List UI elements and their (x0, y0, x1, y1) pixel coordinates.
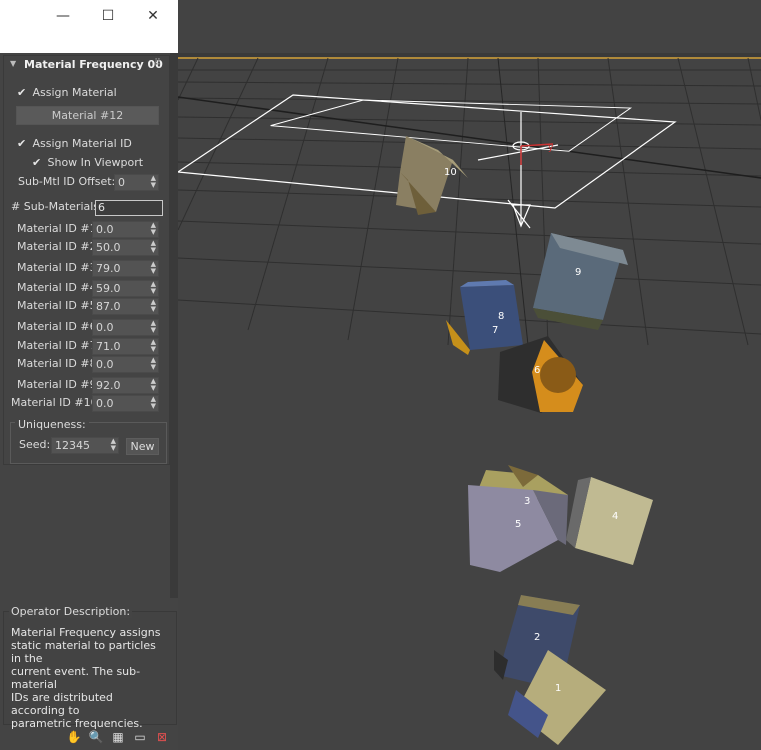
sub-mtl-offset-value: 0 (118, 176, 125, 189)
material-frequency-rollout: ▼ Material Frequency 00 ⠿ ✔ Assign Mater… (3, 55, 170, 465)
spinner-arrows-icon[interactable]: ▲ ▼ (151, 357, 156, 371)
rollout-title: Material Frequency 00 (24, 58, 163, 71)
new-seed-button[interactable]: New (126, 438, 159, 455)
material-id-8-label: Material ID #8: (17, 357, 101, 370)
spinner-arrows-icon[interactable]: ▲ ▼ (111, 438, 116, 452)
assign-material-id-checkbox[interactable]: ✔ Assign Material ID (17, 137, 132, 150)
material-id-2-value: 50.0 (96, 241, 121, 254)
maximize-button[interactable]: ☐ (97, 6, 119, 26)
spinner-arrows-icon[interactable]: ▲ ▼ (151, 240, 156, 254)
material-id-10-label: Material ID #10: (11, 396, 102, 409)
rollout-header[interactable]: ▼ Material Frequency 00 ⠿ (4, 56, 169, 74)
particle-label-3: 3 (524, 496, 530, 507)
checkmark-icon: ✔ (17, 137, 27, 150)
material-id-6-spinner[interactable]: 0.0 ▲ ▼ (92, 319, 159, 336)
spinner-arrows-icon[interactable]: ▲ ▼ (151, 396, 156, 410)
material-id-8-value: 0.0 (96, 358, 114, 371)
sub-mtl-offset-spinner[interactable]: 0 ▲ ▼ (114, 174, 159, 191)
material-id-1-label: Material ID #1: (17, 222, 101, 235)
operator-description-heading: Operator Description: (9, 605, 133, 618)
material-id-6-label: Material ID #6: (17, 320, 101, 333)
assign-material-checkbox[interactable]: ✔ Assign Material (17, 86, 117, 99)
material-id-8-spinner[interactable]: 0.0 ▲ ▼ (92, 356, 159, 373)
assign-material-label: Assign Material (32, 86, 117, 99)
material-id-2-label: Material ID #2: (17, 240, 101, 253)
material-id-5-label: Material ID #5: (17, 299, 101, 312)
material-id-7-label: Material ID #7: (17, 339, 101, 352)
material-id-4-spinner[interactable]: 59.0 ▲ ▼ (92, 280, 159, 297)
particle-label-10: 10 (444, 167, 457, 178)
magnify-icon[interactable]: 🔍 (88, 729, 104, 745)
material-id-6-value: 0.0 (96, 321, 114, 334)
spinner-arrows-icon[interactable]: ▲ ▼ (151, 222, 156, 236)
viewport-scene: y 10 9 8 7 6 3 5 4 2 1 (178, 53, 761, 745)
panel-scrollbar[interactable] (170, 53, 178, 598)
assign-material-id-label: Assign Material ID (32, 137, 132, 150)
seed-value: 12345 (55, 439, 90, 452)
drag-grip-icon[interactable]: ⠿ (154, 58, 161, 68)
collapse-triangle-icon[interactable]: ▼ (10, 59, 16, 68)
checkmark-icon: ✔ (17, 86, 27, 99)
material-id-10-spinner[interactable]: 0.0 ▲ ▼ (92, 395, 159, 412)
material-id-5-value: 87.0 (96, 300, 121, 313)
seed-label: Seed: (19, 438, 51, 451)
material-id-7-spinner[interactable]: 71.0 ▲ ▼ (92, 338, 159, 355)
material-id-10-value: 0.0 (96, 397, 114, 410)
spinner-arrows-icon[interactable]: ▲ ▼ (151, 378, 156, 392)
spinner-arrows-icon[interactable]: ▲ ▼ (151, 320, 156, 334)
hand-icon[interactable]: ✋ (66, 729, 82, 745)
show-in-viewport-label: Show In Viewport (47, 156, 144, 169)
material-id-3-value: 79.0 (96, 262, 121, 275)
no-select-icon[interactable]: ⊠ (154, 729, 170, 745)
material-id-9-label: Material ID #9: (17, 378, 101, 391)
material-id-5-spinner[interactable]: 87.0 ▲ ▼ (92, 298, 159, 315)
spinner-arrows-icon[interactable]: ▲ ▼ (151, 299, 156, 313)
sub-materials-input[interactable]: 6 (95, 200, 163, 216)
particle-cube-9 (533, 233, 628, 330)
particle-label-8: 8 (498, 311, 504, 322)
region-zoom-icon[interactable]: ▦ (110, 729, 126, 745)
particle-cube-4 (566, 477, 653, 565)
window-title-bar: — ☐ ✕ (0, 0, 178, 53)
particle-cube-10 (396, 136, 468, 215)
operator-description-text: Material Frequency assigns static materi… (11, 626, 161, 730)
spinner-arrows-icon[interactable]: ▲ ▼ (151, 339, 156, 353)
spinner-arrows-icon[interactable]: ▲ ▼ (151, 281, 156, 295)
material-id-1-value: 0.0 (96, 223, 114, 236)
minimize-button[interactable]: — (52, 6, 74, 26)
material-id-9-spinner[interactable]: 92.0 ▲ ▼ (92, 377, 159, 394)
gizmo-axis-y-label: y (548, 143, 554, 153)
material-id-9-value: 92.0 (96, 379, 121, 392)
material-id-1-spinner[interactable]: 0.0 ▲ ▼ (92, 221, 159, 238)
particle-label-5: 5 (515, 519, 521, 530)
checkmark-icon: ✔ (32, 156, 42, 169)
material-id-7-value: 71.0 (96, 340, 121, 353)
sub-mtl-offset-label: Sub-Mtl ID Offset: (18, 175, 116, 188)
particle-label-2: 2 (534, 632, 540, 643)
window-icon[interactable]: ▭ (132, 729, 148, 745)
spinner-arrows-icon[interactable]: ▲ ▼ (151, 261, 156, 275)
material-id-4-label: Material ID #4: (17, 281, 101, 294)
particle-label-6: 6 (534, 365, 540, 376)
material-id-3-spinner[interactable]: 79.0 ▲ ▼ (92, 260, 159, 277)
uniqueness-label: Uniqueness: (15, 418, 89, 431)
particle-label-4: 4 (612, 511, 618, 522)
sub-materials-label: # Sub-Materials: (11, 200, 103, 213)
show-in-viewport-checkbox[interactable]: ✔ Show In Viewport (32, 156, 143, 169)
spinner-arrows-icon[interactable]: ▲ ▼ (151, 175, 156, 189)
particle-cube-6 (498, 336, 583, 413)
close-button[interactable]: ✕ (142, 6, 164, 26)
particle-label-7: 7 (492, 325, 498, 336)
particle-label-9: 9 (575, 267, 581, 278)
material-id-4-value: 59.0 (96, 282, 121, 295)
material-id-3-label: Material ID #3: (17, 261, 101, 274)
material-button[interactable]: Material #12 (16, 106, 159, 125)
parameters-panel: ▼ Material Frequency 00 ⠿ ✔ Assign Mater… (0, 53, 178, 750)
seed-spinner[interactable]: 12345 ▲ ▼ (51, 437, 119, 454)
particle-label-1: 1 (555, 683, 561, 694)
3d-viewport[interactable]: y 10 9 8 7 6 3 5 4 2 1 (178, 0, 761, 750)
operator-description-box: Operator Description: Material Frequency… (3, 605, 177, 730)
particle-cube-8 (446, 280, 523, 355)
material-id-2-spinner[interactable]: 50.0 ▲ ▼ (92, 239, 159, 256)
